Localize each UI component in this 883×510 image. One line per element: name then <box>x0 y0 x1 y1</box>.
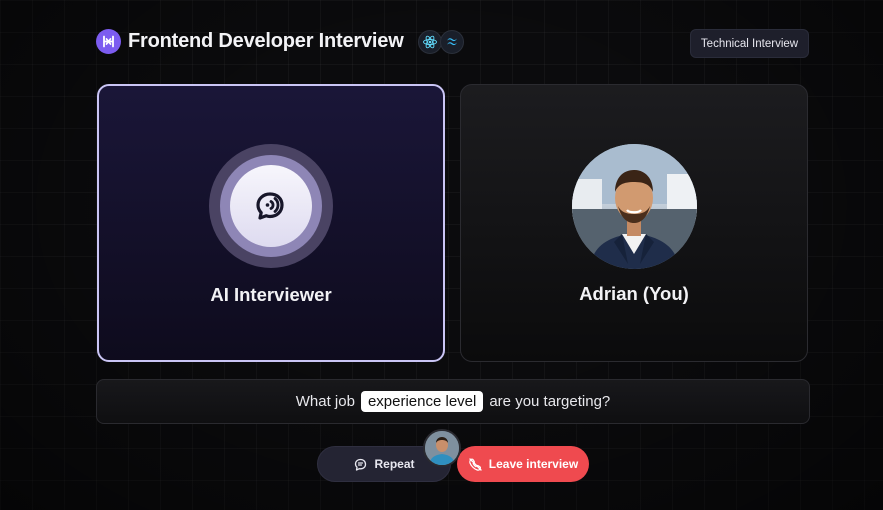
leave-interview-button[interactable]: Leave interview <box>457 446 589 482</box>
repeat-icon <box>355 458 367 471</box>
question-transcript: What job experience level are you target… <box>96 379 810 424</box>
repeat-label: Repeat <box>374 457 415 471</box>
react-icon <box>417 29 442 54</box>
candidate-card: Adrian (You) <box>460 84 808 362</box>
question-text-after: are you targeting? <box>489 393 611 410</box>
leave-interview-label: Leave interview <box>488 457 579 471</box>
question-highlight: experience level <box>360 391 484 412</box>
tailwind-icon <box>439 29 464 54</box>
candidate-avatar <box>572 144 697 269</box>
ai-interviewer-label: AI Interviewer <box>210 284 332 305</box>
self-view-avatar[interactable] <box>423 429 461 467</box>
ai-avatar-ring-outer <box>209 144 333 268</box>
page-header: Frontend Developer Interview <box>96 29 464 54</box>
phone-off-icon <box>469 457 482 471</box>
candidate-label: Adrian (You) <box>579 283 689 304</box>
page-title: Frontend Developer Interview <box>128 30 404 52</box>
interview-type-badge: Technical Interview <box>690 29 809 58</box>
ai-interviewer-card: AI Interviewer <box>97 84 445 362</box>
ai-avatar-ring-inner <box>220 155 322 257</box>
chat-voice-icon <box>256 192 284 220</box>
tech-stack <box>417 29 464 54</box>
question-text-before: What job <box>295 393 355 410</box>
interview-logo-icon <box>96 29 121 54</box>
ai-avatar <box>230 165 312 247</box>
